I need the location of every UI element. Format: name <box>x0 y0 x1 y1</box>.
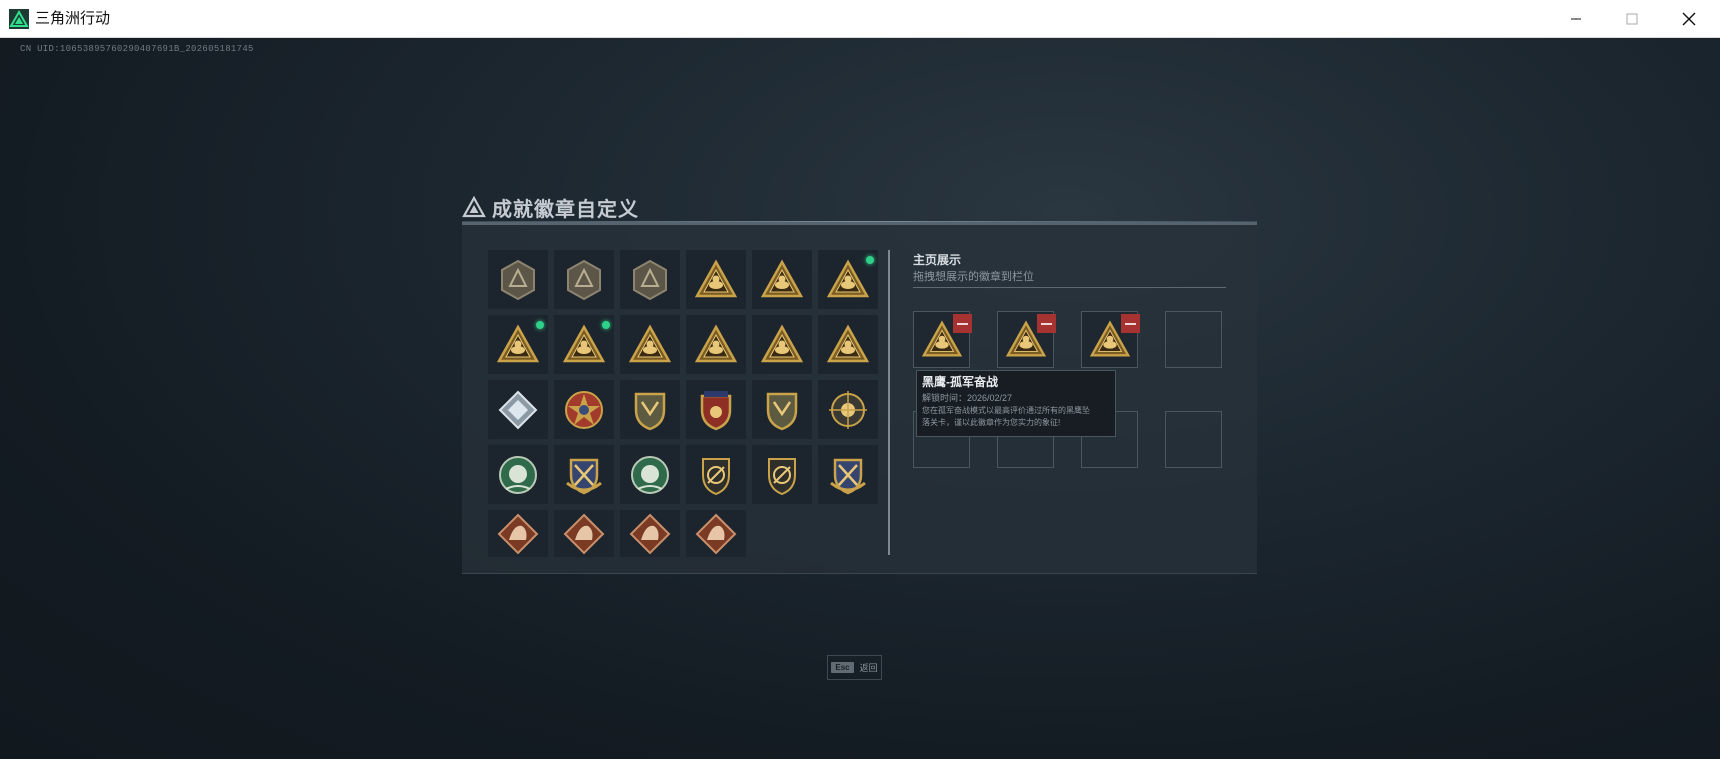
maximize-button[interactable] <box>1603 0 1661 38</box>
showcase-slot[interactable] <box>913 311 972 368</box>
triangle-hand-badge-icon <box>760 258 804 302</box>
close-icon <box>1682 12 1696 26</box>
showcase-title: 主页展示 <box>913 253 962 267</box>
wolf-diamond-badge-icon <box>496 512 540 556</box>
triangle-bri-badge-icon <box>562 323 606 367</box>
badge-cell[interactable] <box>818 315 878 374</box>
showcase-slot[interactable] <box>1165 411 1222 468</box>
badge-cell[interactable] <box>488 250 548 309</box>
tooltip-desc-line1: 您在孤军奋战模式以最高评价通过所有的黑鹰坠 <box>922 406 1090 415</box>
badge-cell[interactable] <box>620 315 680 374</box>
badge-cell[interactable] <box>818 445 878 504</box>
starred-shield-badge-icon <box>694 388 738 432</box>
remove-badge-button[interactable] <box>1121 314 1140 333</box>
arrow-shield-badge-icon <box>628 258 672 302</box>
minimize-icon <box>1571 18 1581 20</box>
triangle-helmet-badge-icon <box>628 323 672 367</box>
panel-header: 成就徽章自定义 <box>462 192 639 222</box>
slash-shield-badge-icon <box>694 453 738 497</box>
back-button[interactable]: Esc 返回 <box>827 655 882 680</box>
badge-cell[interactable] <box>752 315 812 374</box>
silver-diamond-badge-icon <box>496 388 540 432</box>
showcase-divider <box>913 287 1226 288</box>
badge-cell[interactable] <box>752 250 812 309</box>
badge-cell[interactable] <box>620 250 680 309</box>
rifle-shield-badge-icon <box>760 453 804 497</box>
lion-shield-badge-icon <box>760 388 804 432</box>
badge-cell[interactable] <box>488 315 548 374</box>
triangle-soldier-badge-icon <box>496 323 540 367</box>
badge-cell[interactable] <box>818 380 878 439</box>
badge-cell[interactable] <box>488 510 548 557</box>
badge-cell[interactable] <box>554 445 614 504</box>
tooltip-unlock-time: 解锁时间：2026/02/27 <box>922 393 1013 403</box>
badge-cell[interactable] <box>620 380 680 439</box>
minus-icon <box>1041 322 1052 325</box>
badge-cell[interactable] <box>488 445 548 504</box>
eagle-diamond-badge-icon <box>694 512 738 556</box>
crossed-crest-badge-icon <box>826 453 870 497</box>
delta-triangle-icon <box>462 196 486 218</box>
tooltip-desc-line2: 落关卡，谨以此徽章作为您实力的象征! <box>922 418 1061 427</box>
badge-cell[interactable] <box>686 380 746 439</box>
new-indicator-dot <box>602 321 610 329</box>
helicopter-badge-icon <box>562 258 606 302</box>
badge-cell[interactable] <box>620 445 680 504</box>
badge-cell[interactable] <box>752 445 812 504</box>
window-titlebar: 三角洲行动 <box>0 0 1720 38</box>
badge-cell[interactable] <box>554 250 614 309</box>
minimize-button[interactable] <box>1547 0 1605 38</box>
badge-cell[interactable] <box>554 510 614 557</box>
showcase-slot[interactable] <box>1165 311 1222 368</box>
showcase-subtitle: 拖拽想展示的徽章到栏位 <box>913 271 1034 283</box>
badge-cell[interactable] <box>554 380 614 439</box>
uid-watermark: CN UID:10653895760290407691B_20260518174… <box>20 44 254 54</box>
triangle-tower-badge-icon <box>760 323 804 367</box>
triangle-figure-badge-icon <box>826 323 870 367</box>
window-title: 三角洲行动 <box>35 10 111 27</box>
dragon-diamond-badge-icon <box>562 512 606 556</box>
panel-title: 成就徽章自定义 <box>492 198 639 221</box>
showcase-slot[interactable] <box>997 311 1056 368</box>
wreath-badge-icon <box>496 453 540 497</box>
badge-cell[interactable] <box>752 380 812 439</box>
back-label: 返回 <box>859 663 878 673</box>
showcase-slot[interactable] <box>1081 311 1140 368</box>
badge-cell[interactable] <box>554 315 614 374</box>
tooltip-title: 黑鹰-孤军奋战 <box>922 375 998 389</box>
grid-scrollbar[interactable] <box>888 250 890 555</box>
minus-icon <box>1125 322 1136 325</box>
blue-crest-badge-icon <box>562 453 606 497</box>
new-indicator-dot <box>866 256 874 264</box>
triangle-emblem-badge-icon <box>694 258 738 302</box>
triangle-number-one-badge-icon <box>694 323 738 367</box>
esc-key-hint: Esc <box>831 662 854 673</box>
crosshair-badge-icon <box>826 388 870 432</box>
star-medal-badge-icon <box>562 388 606 432</box>
badge-cell[interactable] <box>818 250 878 309</box>
close-button[interactable] <box>1660 0 1718 38</box>
badge-cell[interactable] <box>620 510 680 557</box>
badge-customize-panel: 主页展示 拖拽想展示的徽章到栏位 <box>462 222 1257 574</box>
green-shield-badge-icon <box>628 388 672 432</box>
badge-cell[interactable] <box>686 315 746 374</box>
remove-badge-button[interactable] <box>953 314 972 333</box>
badge-cell[interactable] <box>686 250 746 309</box>
delta-shield-badge-icon <box>496 258 540 302</box>
badge-cell[interactable] <box>488 380 548 439</box>
beast-diamond-badge-icon <box>628 512 672 556</box>
app-logo-icon <box>9 9 29 29</box>
badge-tooltip: 黑鹰-孤军奋战 解锁时间：2026/02/27 您在孤军奋战模式以最高评价通过所… <box>916 370 1116 437</box>
minus-icon <box>957 322 968 325</box>
maximize-icon <box>1626 13 1638 25</box>
triangle-tank-badge-icon <box>826 258 870 302</box>
green-wreath-badge-icon <box>628 453 672 497</box>
remove-badge-button[interactable] <box>1037 314 1056 333</box>
new-indicator-dot <box>536 321 544 329</box>
badge-cell[interactable] <box>686 445 746 504</box>
badge-cell[interactable] <box>686 510 746 557</box>
